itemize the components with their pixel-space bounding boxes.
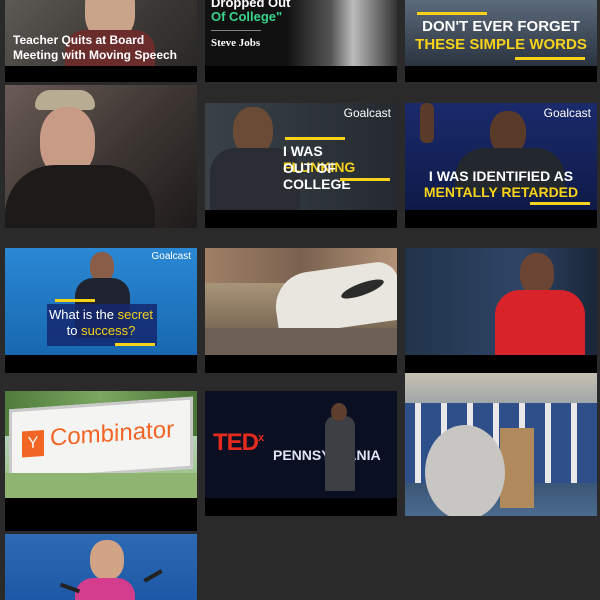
caption-line2: OUT OF COLLEGE xyxy=(283,160,351,192)
video-tile-graduation[interactable] xyxy=(405,373,597,516)
video-tile-shoes[interactable] xyxy=(205,248,397,373)
speaker-figure xyxy=(325,416,355,491)
pink-shirt xyxy=(75,578,135,600)
accent-bar-bottom xyxy=(515,57,585,60)
video-thumbnail: Goalcast I WAS IDENTIFIED AS MENTALLY RE… xyxy=(405,103,597,210)
person-sweater xyxy=(5,165,155,228)
caption-text: I WAS xyxy=(283,143,323,159)
ted-text: TED xyxy=(213,429,259,456)
video-thumbnail: Y Combinator xyxy=(5,391,197,498)
video-tile-forget[interactable]: DON'T EVER FORGET THESE SIMPLE WORDS xyxy=(405,0,597,82)
video-thumbnail xyxy=(405,373,597,516)
ground xyxy=(205,328,397,355)
caption-line1: I WAS IDENTIFIED AS xyxy=(428,168,574,184)
video-tile-oldman[interactable] xyxy=(5,85,197,228)
video-tile-tedx[interactable]: TEDx PENNSYLVANIA xyxy=(205,391,397,516)
video-tile-speaker[interactable]: Goalcast I WAS IDENTIFIED AS MENTALLY RE… xyxy=(405,103,597,228)
video-thumbnail xyxy=(5,85,197,228)
video-thumbnail xyxy=(5,534,197,600)
video-thumbnail: Dropped Out Of College" Steve Jobs xyxy=(205,0,397,66)
title-line2: THESE SIMPLE WORDS xyxy=(415,36,587,53)
yc-logo-mark: Y xyxy=(22,429,44,458)
video-tile-denzel[interactable]: Goalcast I WAS FLUNKING OUT OF COLLEGE xyxy=(205,103,397,228)
video-tile-woman[interactable] xyxy=(405,248,597,373)
speaker-head xyxy=(331,403,347,421)
yc-sign: Y Combinator xyxy=(9,396,193,482)
caption-line2: MENTALLY RETARDED xyxy=(423,184,579,200)
video-tile-greta[interactable] xyxy=(5,534,197,600)
quote-line2: Of College" xyxy=(211,9,283,24)
tedx-logo: TEDx xyxy=(213,429,264,457)
caption-text: to xyxy=(66,323,82,338)
accent-bar-bottom xyxy=(115,343,155,346)
accent-bar-bottom xyxy=(340,178,390,181)
caption-highlight: secret xyxy=(117,307,154,322)
caption-line2: to success? xyxy=(5,323,197,338)
divider-bar xyxy=(211,30,261,31)
video-thumbnail: Teacher Quits at Board Meeting with Movi… xyxy=(5,0,197,66)
video-thumbnail: Goalcast What is the secret to success? xyxy=(5,248,197,355)
video-tile-teacher[interactable]: Teacher Quits at Board Meeting with Movi… xyxy=(5,0,197,82)
goalcast-logo: Goalcast xyxy=(151,251,191,262)
lawn xyxy=(5,473,197,498)
gray-hair-head xyxy=(425,425,505,516)
video-tile-secret[interactable]: Goalcast What is the secret to success? xyxy=(5,248,197,373)
accent-bar-top xyxy=(417,12,487,15)
video-thumbnail: Goalcast I WAS FLUNKING OUT OF COLLEGE xyxy=(205,103,397,210)
accent-bar-top xyxy=(55,299,95,302)
speaker-name: Steve Jobs xyxy=(211,37,261,49)
person-face xyxy=(520,253,554,295)
caption-line1: What is the secret xyxy=(5,307,197,322)
video-thumbnail: DON'T EVER FORGET THESE SIMPLE WORDS xyxy=(405,0,597,66)
bw-photo xyxy=(287,0,397,66)
video-tile-jobs[interactable]: Dropped Out Of College" Steve Jobs xyxy=(205,0,397,82)
accent-bar-bottom xyxy=(530,202,590,205)
raised-hand xyxy=(420,103,434,143)
person-face xyxy=(90,540,124,580)
video-title-line1: Teacher Quits at Board xyxy=(13,33,145,47)
goalcast-logo: Goalcast xyxy=(543,106,591,120)
title-line1: DON'T EVER FORGET xyxy=(422,18,580,35)
video-tile-ycombinator[interactable]: Y Combinator xyxy=(5,391,197,531)
accent-bar-top xyxy=(285,137,345,140)
microphone-left xyxy=(59,582,81,594)
podium xyxy=(500,428,534,508)
video-thumbnail xyxy=(405,248,597,355)
caption-text: What is the xyxy=(48,307,118,322)
video-thumbnail xyxy=(205,248,397,355)
caption-highlight: success? xyxy=(81,323,136,338)
microphone-right xyxy=(143,569,163,583)
x-text: x xyxy=(258,432,264,444)
video-title-line2: Meeting with Moving Speech xyxy=(13,48,178,62)
video-thumbnail: TEDx PENNSYLVANIA xyxy=(205,391,397,498)
yc-sign-text: Combinator xyxy=(50,415,175,452)
goalcast-logo: Goalcast xyxy=(343,106,391,120)
red-jacket xyxy=(495,290,585,355)
